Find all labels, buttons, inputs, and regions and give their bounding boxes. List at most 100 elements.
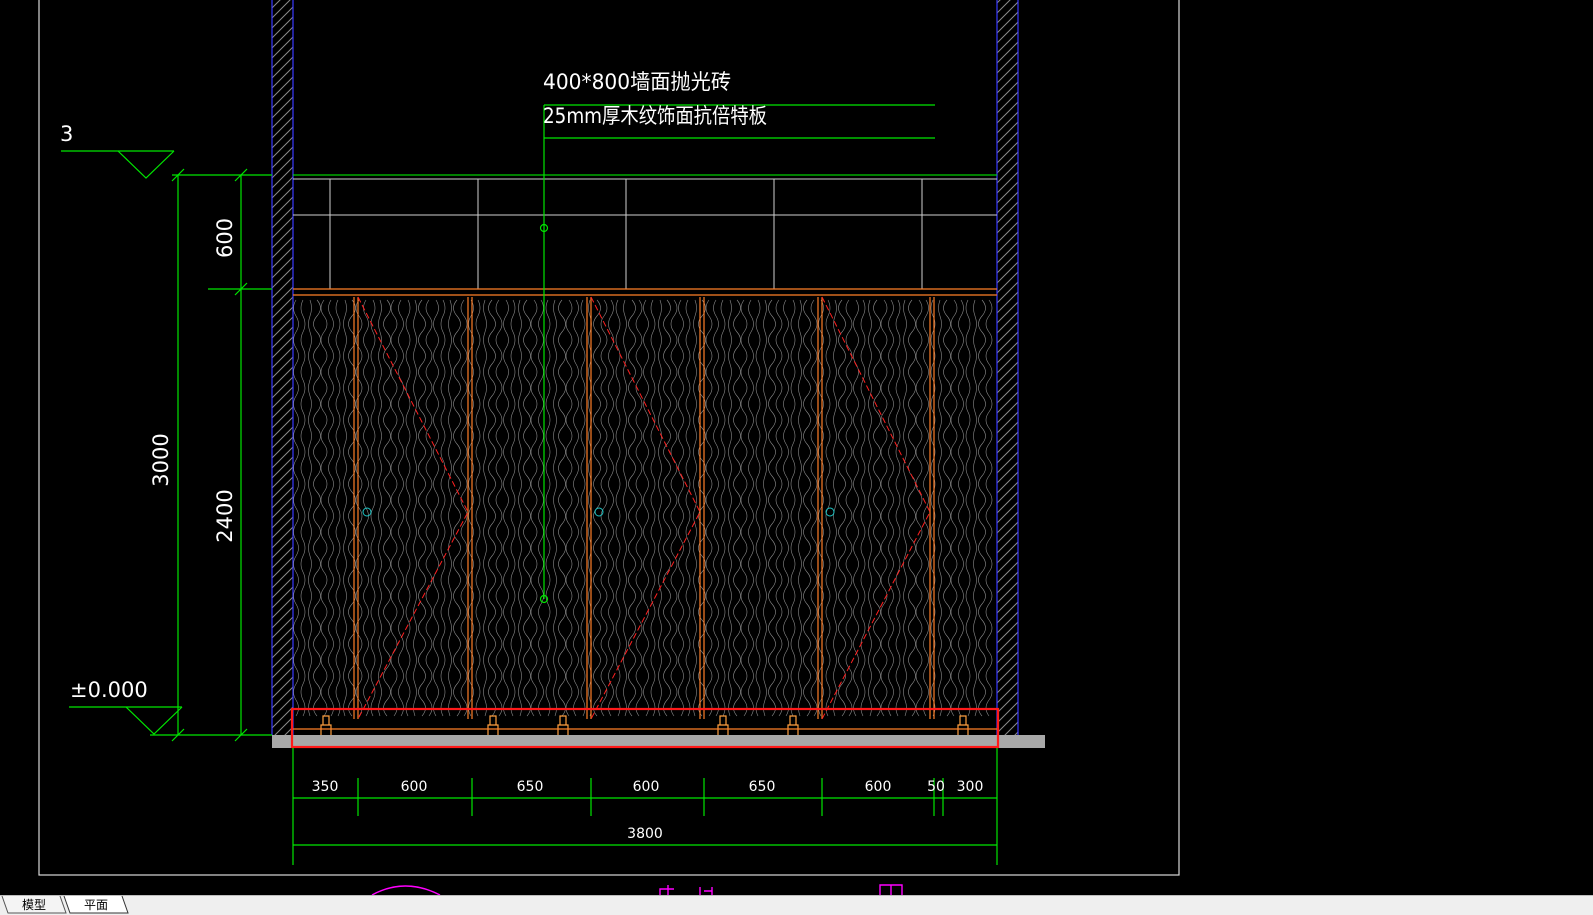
wood-grain-line [378,299,382,717]
dim-segment-5: 650 [749,779,776,795]
wood-grain-line [903,299,907,717]
wood-grain-line [300,299,306,717]
level-label-base: ±0.000 [70,678,148,702]
level-mark-base [69,706,183,735]
wood-grain-line [413,299,417,717]
wood-grain-line [720,299,726,717]
wood-grain-line [888,299,894,717]
wood-grain-line [755,299,761,717]
wood-grain-line [895,299,901,717]
wood-grain-line [425,299,433,717]
wood-grain-line [405,299,411,717]
horizontal-dimension-lines [292,748,998,865]
wood-grain-line [308,299,312,717]
wood-grain-line [763,299,767,717]
wood-grain-line [740,299,748,717]
wood-grain-line [565,299,573,717]
wood-grain-line [355,299,363,717]
wood-grain-line [448,299,452,717]
wood-grain-line [558,299,566,717]
wood-grain-texture [293,299,993,717]
tab-model[interactable]: 模型 [0,896,68,914]
wood-grain-line [580,299,586,717]
level-label-top: 3 [60,122,73,146]
wood-grain-line [833,299,837,717]
level-mark-top [61,150,175,179]
dim-segment-2: 600 [401,779,428,795]
wood-grain-line [468,299,474,717]
wood-grain-line [950,299,958,717]
wood-grain-line [768,299,776,717]
wood-grain-line [670,299,678,717]
wood-grain-line [775,299,783,717]
wood-grain-line [383,299,391,717]
wood-grain-line [973,299,977,717]
wood-grain-line [880,299,888,717]
wood-grain-line [600,299,608,717]
tab-plan-label: 平面 [83,898,108,912]
wood-grain-line [313,299,321,717]
wood-grain-line [860,299,866,717]
wood-grain-line [608,299,614,717]
wood-grain-line [748,299,754,717]
tile-band [293,174,997,289]
wood-grain-line [713,299,719,717]
wood-grain-line [643,299,649,717]
wood-grain-line [503,299,509,717]
wood-grain-line [728,299,732,717]
wood-grain-line [573,299,579,717]
wood-grain-line [733,299,741,717]
right-wall [996,0,1019,735]
wood-grain-line [453,299,461,717]
wood-grain-line [798,299,802,717]
wood-grain-line [433,299,439,717]
dim-upper-height: 600 [213,218,237,258]
wood-grain-line [873,299,881,717]
wood-grain-line [938,299,942,717]
panel-top-trim [293,288,997,296]
wood-grain-line [790,299,796,717]
wood-grain-line [545,299,551,717]
wood-grain-line [943,299,951,717]
dim-lower-height: 2400 [213,489,237,542]
left-wall [271,0,294,735]
dim-segment-4: 600 [633,779,660,795]
wood-grain-line [370,299,376,717]
dim-segment-7: 50 [927,779,945,795]
wood-grain-line [538,299,544,717]
wood-grain-line [845,299,853,717]
wood-grain-line [985,299,993,717]
wood-grain-line [958,299,964,717]
wood-grain-line [810,299,818,717]
dim-total-height: 3000 [149,433,173,486]
horizontal-dimension-labels: 350 600 650 600 650 600 50 300 3800 [312,779,984,842]
dim-segment-3: 650 [517,779,544,795]
tab-plan[interactable]: 平面 [62,896,130,914]
dim-segment-6: 600 [865,779,892,795]
dim-segment-8: 300 [957,779,984,795]
wood-grain-line [488,299,496,717]
wood-grain-line [705,299,713,717]
layout-tab-bar: 模型 平面 [0,895,1593,915]
wood-grain-line [978,299,986,717]
wood-grain-line [650,299,656,717]
wood-grain-line [483,299,487,717]
wood-grain-line [418,299,426,717]
wood-grain-line [693,299,697,717]
wood-grain-line [530,299,538,717]
cad-drawing-canvas[interactable]: 400*800墙面抛光砖 25mm厚木纹饰面抗倍特板 3 ±0.000 3000… [0,0,1593,895]
wood-grain-line [398,299,404,717]
wood-grain-line [320,299,328,717]
dim-total-width: 3800 [627,826,663,842]
wood-grain-line [685,299,691,717]
wood-grain-line [335,299,341,717]
wood-grain-line [965,299,971,717]
wood-grain-line [615,299,621,717]
wood-grain-line [635,299,643,717]
wood-grain-line [518,299,522,717]
wood-grain-line [803,299,811,717]
wood-grain-line [818,299,824,717]
wood-grain-line [908,299,916,717]
wood-grain-line [838,299,846,717]
wood-grain-line [783,299,789,717]
